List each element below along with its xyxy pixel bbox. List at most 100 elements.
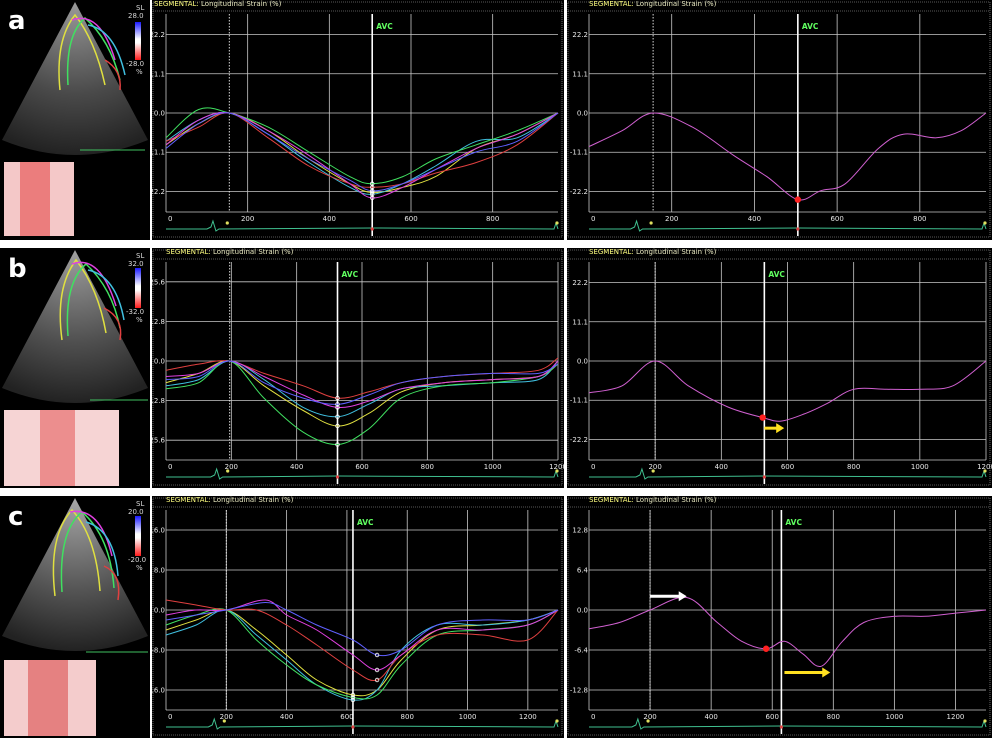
y-tick-label: -8.0 — [152, 647, 165, 655]
echo-image-b: b SL 32.0 -32.0 % — [0, 248, 150, 488]
x-tick-label: 400 — [280, 713, 293, 721]
title-seg-c-right: SEGMENTAL: — [589, 496, 634, 504]
y-tick-label: -12.8 — [570, 687, 588, 695]
ecg-marker — [226, 469, 230, 473]
ecg-end-marker — [983, 469, 987, 473]
y-tick-label: -11.1 — [570, 397, 588, 405]
ecg-end-marker — [555, 469, 559, 473]
x-tick-label: 0 — [591, 463, 595, 471]
chart-title-b-left: SEGMENTAL: Longitudinal Strain (%) — [166, 248, 293, 256]
y-tick-label: -11.1 — [152, 149, 165, 157]
echo-image-c: c SL 20.0 -20.0 % — [0, 496, 150, 738]
ecg-avc-marker — [370, 227, 374, 231]
chart-title-b-right: SEGMENTAL: Longitudinal Strain (%) — [589, 248, 716, 256]
avc-label: AVC — [342, 270, 359, 279]
strain-curve-1 — [165, 609, 559, 697]
strain-chart-c-left: 16.0 8.0 0.0 -8.0 -16.0 0 200 400 600 800 1000 1200… — [152, 496, 564, 738]
avc-strain-marker — [759, 414, 766, 421]
title-seg-a-right: SEGMENTAL: — [589, 0, 634, 8]
colorbar-max-a: 28.0 — [128, 12, 144, 20]
avc-label: AVC — [785, 518, 802, 527]
title-rest-a-right: Longitudinal Strain (%) — [633, 0, 717, 8]
x-tick-label: 600 — [340, 713, 353, 721]
x-tick-label: 0 — [168, 215, 172, 223]
strain-chart-a-left: 22.2 11.1 0.0 -11.1 -22.2 0 200 400 600 800 AVC SE… — [152, 0, 564, 240]
y-tick-label: -11.1 — [570, 149, 588, 157]
strain-curve-6 — [165, 112, 559, 192]
strain-curve-2 — [165, 609, 559, 701]
y-tick-label: 6.4 — [577, 567, 589, 575]
ecg-end-marker — [555, 719, 559, 723]
x-tick-label: 400 — [290, 463, 303, 471]
x-tick-label: 600 — [781, 463, 794, 471]
strain-curve-3 — [165, 608, 559, 700]
y-tick-label: -22.2 — [152, 188, 165, 196]
echo-sector-a — [2, 2, 148, 236]
echo-sector-c — [2, 498, 148, 736]
x-tick-label: 1000 — [484, 463, 502, 471]
strain-chart-svg-b-left: 25.612.80.0-12.8-25.60200400600800100012… — [152, 249, 564, 486]
annotation-arrow-head-1 — [776, 423, 785, 434]
y-tick-label: 0.0 — [154, 110, 165, 118]
colorbar-unit-a: % — [136, 68, 143, 76]
y-tick-label: 12.8 — [152, 318, 165, 326]
annotation-arrow-head-1 — [678, 591, 687, 602]
panel-label-b: b — [8, 254, 27, 284]
title-seg-c-left: SEGMENTAL: — [166, 496, 211, 504]
x-tick-label: 0 — [591, 713, 595, 721]
chart-title-a-right: SEGMENTAL: Longitudinal Strain (%) — [589, 0, 716, 8]
ecg-end-marker — [555, 221, 559, 225]
y-tick-label: 25.6 — [152, 278, 166, 286]
x-tick-label: 1000 — [885, 713, 903, 721]
title-rest-c-left: Longitudinal Strain (%) — [210, 496, 294, 504]
y-tick-label: 22.2 — [572, 279, 588, 287]
chart-title-c-right: SEGMENTAL: Longitudinal Strain (%) — [589, 496, 716, 504]
strain-chart-c-right: 12.8 6.4 0.0 -6.4 -12.8 0 200 400 600 800 1000 1200… — [567, 496, 992, 738]
y-tick-label: 0.0 — [577, 110, 588, 118]
x-tick-label: 200 — [648, 463, 661, 471]
ecg-avc-marker — [779, 725, 783, 729]
title-seg-a-left: SEGMENTAL: — [154, 0, 199, 8]
y-tick-label: 0.0 — [577, 358, 588, 366]
ecg-avc-marker — [351, 725, 355, 729]
x-tick-label: 400 — [748, 215, 761, 223]
ecg-marker — [225, 221, 229, 225]
x-tick-label: 1200 — [947, 713, 965, 721]
strain-curve-3 — [165, 107, 559, 185]
colorbar-min-b: -32.0 — [126, 308, 145, 316]
avc-label: AVC — [768, 270, 785, 279]
colorbar-sl-b: SL — [136, 252, 145, 260]
y-tick-label: -12.8 — [152, 397, 165, 405]
y-tick-label: -6.4 — [574, 647, 588, 655]
strain-chart-b-left: 25.612.80.0-12.8-25.60200400600800100012… — [152, 248, 564, 488]
y-tick-label: 22.2 — [572, 31, 588, 39]
colorbar-min-a: -28.0 — [126, 60, 145, 68]
y-tick-label: 0.0 — [577, 607, 588, 615]
x-tick-label: 800 — [401, 713, 414, 721]
chart-frame — [567, 249, 991, 486]
y-tick-label: 11.1 — [572, 70, 588, 78]
strain-chart-a-right: 22.2 11.1 0.0 -11.1 -22.2 0 200 400 600 800 AVC SE… — [567, 0, 992, 240]
y-tick-label: 16.0 — [152, 527, 165, 535]
echo-image-a: a SL 28.0 -28.0 % — [0, 0, 150, 240]
title-seg-b-right: SEGMENTAL: — [589, 248, 634, 256]
panel-label-a: a — [8, 6, 26, 36]
ecg-marker — [649, 221, 653, 225]
x-tick-label: 800 — [913, 215, 926, 223]
x-tick-label: 600 — [830, 215, 843, 223]
strain-chart-b-right: 22.2 11.1 0.0 -11.1 -22.2 0 200 400 600 800 1000 12… — [567, 248, 992, 488]
avc-label: AVC — [802, 22, 819, 31]
x-tick-label: 0 — [168, 713, 172, 721]
title-rest-b-right: Longitudinal Strain (%) — [633, 248, 717, 256]
colorbar-max-c: 20.0 — [128, 508, 144, 516]
ecg-end-marker — [983, 221, 987, 225]
title-rest-a-left: Longitudinal Strain (%) — [198, 0, 282, 8]
annotation-arrow-head-2 — [822, 667, 831, 678]
colorbar-max-b: 32.0 — [128, 260, 144, 268]
strain-chart-svg-b-right: 22.211.10.0-11.1-22.20 200 400 600 800 1000 12… — [567, 249, 992, 486]
y-tick-label: 0.0 — [154, 607, 165, 615]
strain-curve-1 — [588, 112, 987, 201]
y-tick-label: 0.0 — [154, 358, 165, 366]
strain-chart-svg-a-left: 22.2 11.1 0.0 -11.1 -22.2 0 200 400 600 800 AVC — [152, 1, 563, 238]
strain-chart-svg-c-left: 16.0 8.0 0.0 -8.0 -16.0 0 200 400 600 800 1000 1200… — [152, 497, 563, 736]
